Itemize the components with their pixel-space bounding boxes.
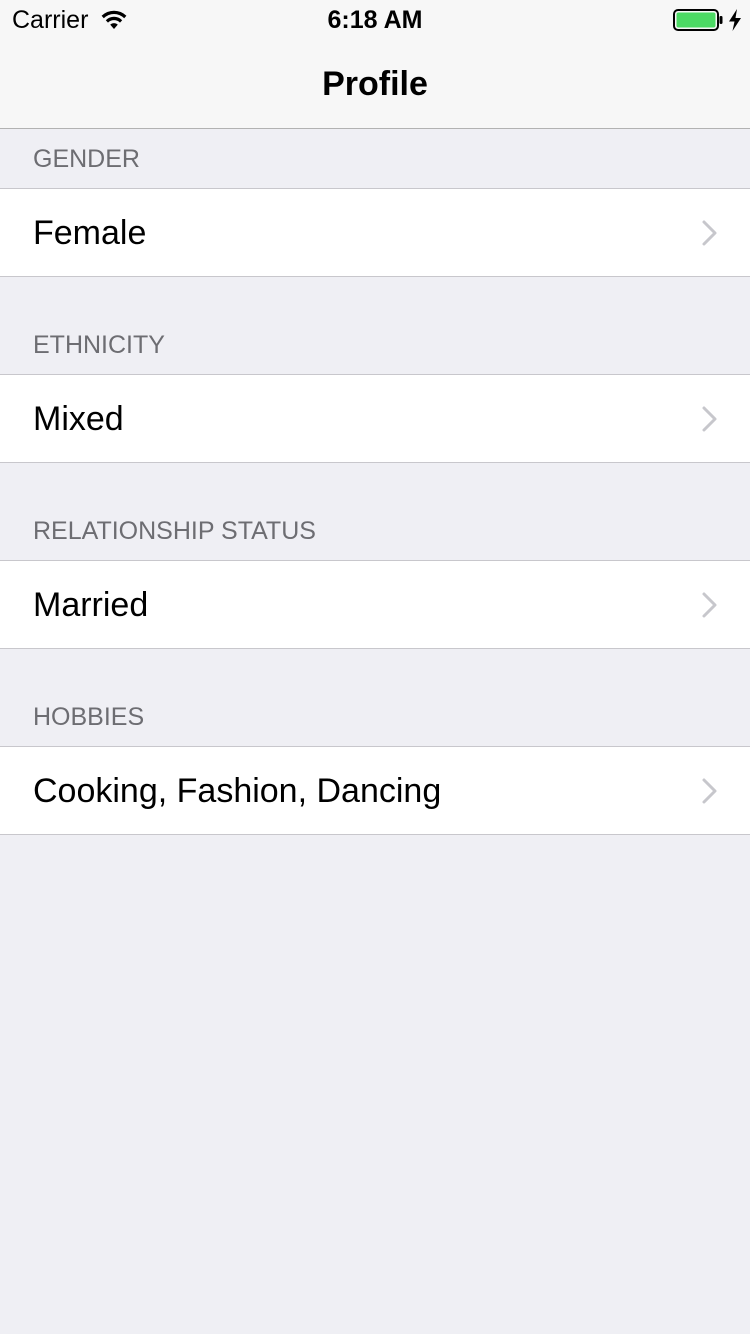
section-header-hobbies: HOBBIES: [33, 703, 145, 731]
page-title: Profile: [322, 65, 428, 103]
hobbies-value: Cooking, Fashion, Dancing: [33, 771, 442, 810]
profile-table: GENDER Female ETHNICITY Mixed RELATIONSH…: [0, 129, 750, 835]
hobbies-row[interactable]: Cooking, Fashion, Dancing: [0, 746, 750, 835]
chevron-right-icon: [702, 778, 717, 804]
chevron-right-icon: [702, 220, 717, 246]
section-header-ethnicity: ETHNICITY: [33, 331, 165, 359]
relationship-status-value: Married: [33, 585, 149, 624]
relationship-status-row[interactable]: Married: [0, 560, 750, 649]
gender-value: Female: [33, 213, 147, 252]
charging-bolt-icon: [729, 9, 741, 31]
ethnicity-row[interactable]: Mixed: [0, 374, 750, 463]
navigation-bar: Carrier 6:18 AM Profile: [0, 0, 750, 129]
ethnicity-value: Mixed: [33, 399, 124, 438]
chevron-right-icon: [702, 592, 717, 618]
status-time: 6:18 AM: [327, 6, 423, 34]
gender-row[interactable]: Female: [0, 188, 750, 277]
status-bar: Carrier 6:18 AM: [0, 0, 750, 40]
section-header-relationship-status: RELATIONSHIP STATUS: [33, 517, 316, 545]
section-header-gender: GENDER: [33, 145, 140, 173]
battery-charging-icon: [673, 9, 723, 31]
profile-screen: Carrier 6:18 AM Profile GENDER Female ET…: [0, 0, 750, 1334]
chevron-right-icon: [702, 406, 717, 432]
